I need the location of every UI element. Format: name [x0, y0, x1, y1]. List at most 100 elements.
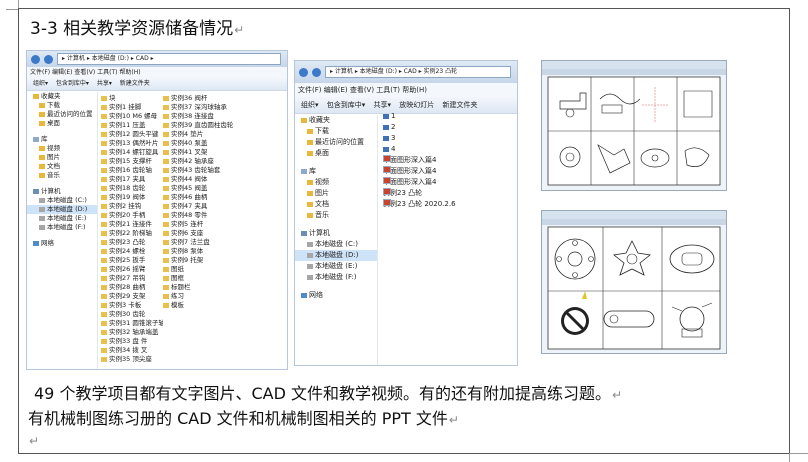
nav-item[interactable]: 本地磁盘 (C:)	[295, 239, 377, 250]
nav-item-label: 文档	[315, 200, 329, 208]
nav-item[interactable]: 收藏夹	[27, 92, 97, 101]
file-item[interactable]: 实例48 零件	[163, 211, 253, 220]
nav-item[interactable]: 下载	[295, 126, 377, 137]
file-item[interactable]: 实例31 圆锥滚子轴承	[101, 319, 163, 328]
nav-item[interactable]: 本地磁盘 (F:)	[27, 223, 97, 232]
nav-item[interactable]: 音乐	[295, 210, 377, 221]
nav-item-label: 本地磁盘 (F:)	[315, 273, 357, 281]
file-item[interactable]: 实例38 连接盘	[163, 112, 253, 121]
file-item[interactable]: 实例21 连接件	[101, 220, 163, 229]
nav-item[interactable]: 库	[27, 135, 97, 144]
file-item[interactable]: 实例33 盘 件	[101, 337, 163, 346]
nav-item[interactable]: 音乐	[27, 171, 97, 180]
nav-item[interactable]: 本地磁盘 (D:)	[295, 250, 377, 261]
file-item[interactable]: 标题栏	[163, 283, 253, 292]
file-item[interactable]: 实例2 挂钩	[101, 202, 163, 211]
nav-item[interactable]: 本地磁盘 (F:)	[295, 272, 377, 283]
file-item[interactable]: 实例35 顶尖座	[101, 355, 163, 364]
file-item[interactable]: 实例40 泵盖	[163, 139, 253, 148]
folder-icon	[163, 113, 169, 119]
nav-item[interactable]: 文档	[27, 162, 97, 171]
file-item[interactable]: 练习	[163, 292, 253, 301]
nav-item[interactable]: 视频	[27, 144, 97, 153]
file-item[interactable]: 实例11 压盖	[101, 121, 163, 130]
nav-item[interactable]: 网络	[295, 290, 377, 301]
nav-item[interactable]: 本地磁盘 (D:)	[27, 205, 97, 214]
nav-item[interactable]: 桌面	[27, 119, 97, 128]
file-item[interactable]: 图框	[163, 274, 253, 283]
file-item[interactable]: 实例42 轴承座	[163, 157, 253, 166]
file-item[interactable]: 实例10 M6 螺母	[101, 112, 163, 121]
folder-icon	[101, 266, 107, 272]
file-item[interactable]: 3	[383, 133, 513, 144]
file-item[interactable]: 实例36 阀杆	[163, 94, 253, 103]
folder-icon	[101, 149, 107, 155]
nav-item[interactable]: 图片	[295, 188, 377, 199]
nav-item[interactable]: 本地磁盘 (E:)	[27, 214, 97, 223]
file-item[interactable]: 实例25 扳手	[101, 256, 163, 265]
file-item[interactable]: 实例12 圆头平键	[101, 130, 163, 139]
nav-item[interactable]: 本地磁盘 (C:)	[27, 196, 97, 205]
nav-item[interactable]: 本地磁盘 (E:)	[295, 261, 377, 272]
file-item[interactable]: 实例17 夹具	[101, 175, 163, 184]
file-item[interactable]: 实例29 支架	[101, 292, 163, 301]
file-item[interactable]: 平面图形深入篇4	[383, 166, 513, 177]
file-item[interactable]: 模板	[163, 301, 253, 310]
file-item[interactable]: 实例8 泵体	[163, 247, 253, 256]
file-item[interactable]: 实例20 手柄	[101, 211, 163, 220]
nav-item[interactable]: 收藏夹	[295, 115, 377, 126]
file-item[interactable]: 平面图形深入篇4	[383, 155, 513, 166]
nav-item[interactable]: 最近访问的位置	[295, 137, 377, 148]
file-item[interactable]: 实例37 深沟球轴承	[163, 103, 253, 112]
nav-item[interactable]: 计算机	[295, 228, 377, 239]
file-item[interactable]: 块	[101, 94, 163, 103]
file-item[interactable]: 实例3 卡板	[101, 301, 163, 310]
file-item[interactable]: 实例24 螺栓	[101, 247, 163, 256]
nav-item[interactable]: 桌面	[295, 148, 377, 159]
file-item[interactable]: 实例1 挂脚	[101, 103, 163, 112]
file-item[interactable]: 图纸	[163, 265, 253, 274]
file-item[interactable]: 平面图形深入篇4	[383, 177, 513, 188]
file-item[interactable]: 2	[383, 122, 513, 133]
file-item[interactable]: 1	[383, 111, 513, 122]
nav-item[interactable]: 库	[295, 166, 377, 177]
folder-icon	[307, 139, 313, 145]
file-item[interactable]: 4	[383, 144, 513, 155]
folder-icon	[163, 176, 169, 182]
file-item[interactable]: 实例23 凸轮 2020.2.6	[383, 199, 513, 210]
file-item[interactable]: 实例23 凸轮	[383, 188, 513, 199]
file-item[interactable]: 实例7 法兰盘	[163, 238, 253, 247]
file-item[interactable]: 实例18 齿轮	[101, 184, 163, 193]
file-item[interactable]: 实例28 曲柄	[101, 283, 163, 292]
file-item[interactable]: 实例26 摇臂	[101, 265, 163, 274]
file-item[interactable]: 实例34 拨 叉	[101, 346, 163, 355]
file-item[interactable]: 实例32 轴承端盖	[101, 328, 163, 337]
nav-item[interactable]: 网络	[27, 239, 97, 248]
file-item[interactable]: 实例44 阀体	[163, 175, 253, 184]
file-item[interactable]: 实例46 曲柄	[163, 193, 253, 202]
nav-item[interactable]: 图片	[27, 153, 97, 162]
file-item[interactable]: 实例23 凸轮	[101, 238, 163, 247]
file-item[interactable]: 实例14 螺钉旋具	[101, 148, 163, 157]
file-item[interactable]: 实例39 直齿圆柱齿轮	[163, 121, 253, 130]
file-item[interactable]: 实例43 齿轮轴套	[163, 166, 253, 175]
file-item[interactable]: 实例47 夹具	[163, 202, 253, 211]
nav-item[interactable]: 最近访问的位置	[27, 110, 97, 119]
file-item[interactable]: 实例5 连杆	[163, 220, 253, 229]
file-item[interactable]: 实例13 偶然叶片	[101, 139, 163, 148]
file-item[interactable]: 实例30 齿轮	[101, 310, 163, 319]
file-item[interactable]: 实例45 阀盖	[163, 184, 253, 193]
file-item[interactable]: 实例16 齿轮轴	[101, 166, 163, 175]
file-item[interactable]: 实例6 支座	[163, 229, 253, 238]
file-item[interactable]: 实例22 阶梯轴	[101, 229, 163, 238]
file-item[interactable]: 实例41 叉架	[163, 148, 253, 157]
nav-item[interactable]: 下载	[27, 101, 97, 110]
nav-item[interactable]: 视频	[295, 177, 377, 188]
file-item[interactable]: 实例4 垫片	[163, 130, 253, 139]
file-item[interactable]: 实例15 支撑杆	[101, 157, 163, 166]
nav-item[interactable]: 文档	[295, 199, 377, 210]
nav-item[interactable]: 计算机	[27, 187, 97, 196]
file-item[interactable]: 实例9 托架	[163, 256, 253, 265]
file-item[interactable]: 实例27 吊钩	[101, 274, 163, 283]
file-item[interactable]: 实例19 阀体	[101, 193, 163, 202]
